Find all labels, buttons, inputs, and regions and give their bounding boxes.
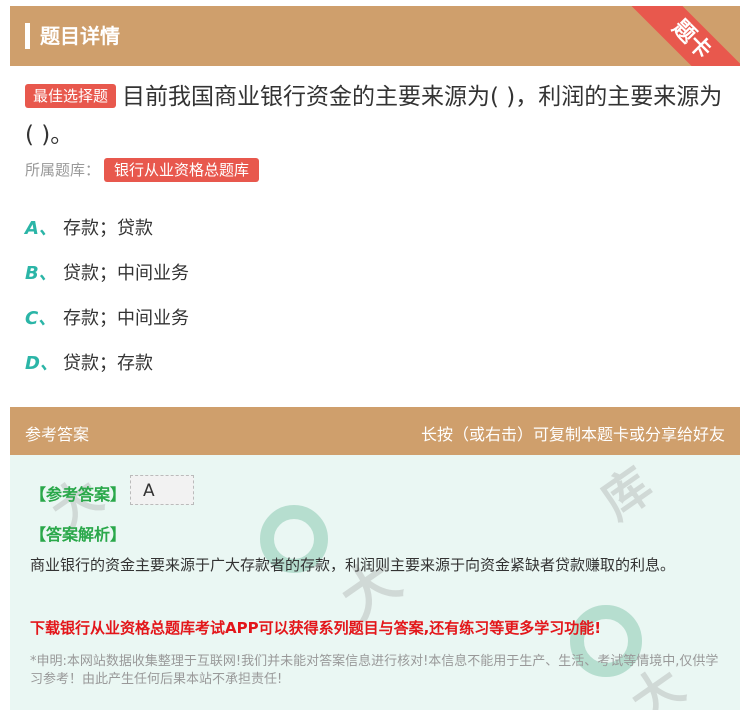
option-letter: A、 [25,218,57,239]
card-ribbon: 题卡 [630,6,740,66]
detail-header: 题目详情 题卡 [10,6,740,66]
option-b[interactable]: B、 贷款；中间业务 [25,259,189,285]
header-title: 题目详情 [40,24,120,48]
answer-title: 参考答案 [25,425,90,444]
question-type-tag[interactable]: 最佳选择题 [25,84,117,108]
bank-tag[interactable]: 银行从业资格总题库 [104,158,260,182]
option-letter: C、 [25,308,57,329]
analysis-text: 商业银行的资金主要来源于广大存款者的存款，利润则主要来源于向资金紧缺者贷款赚取的… [30,556,676,574]
question-text: 目前我国商业银行资金的主要来源为( )，利润的主要来源为( )。 [25,84,723,148]
option-c[interactable]: C、 存款；中间业务 [25,304,189,330]
option-text: 贷款；中间业务 [63,263,189,284]
option-letter: D、 [25,353,58,374]
bank-label: 所属题库： [25,161,101,179]
question-stem: 最佳选择题 目前我国商业银行资金的主要来源为( )，利润的主要来源为( )。 [25,78,725,154]
option-text: 存款；贷款 [63,218,153,239]
analysis-label: 【答案解析】 [30,525,127,544]
option-text: 存款；中间业务 [63,308,189,329]
answer-header: 参考答案 长按（或右击）可复制本题卡或分享给好友 [10,407,740,455]
question-bank-line: 所属题库： 银行从业资格总题库 [25,158,260,182]
reference-answer-label: 【参考答案】 [30,485,127,504]
disclaimer-text: *申明:本网站数据收集整理于互联网!我们并未能对答案信息进行核对!本信息不能用于… [30,654,719,687]
option-d[interactable]: D、 贷款；存款 [25,349,153,375]
reference-answer-value: A [130,475,194,505]
app-promo-text[interactable]: 下载银行从业资格总题库考试APP可以获得系列题目与答案,还有练习等更多学习功能! [30,617,601,638]
option-letter: B、 [25,263,57,284]
option-text: 贷款；存款 [63,353,153,374]
header-accent-bar [25,23,30,49]
answer-panel: 大 大 库 大 【参考答案】 A 【答案解析】 商业银行的资金主要来源于广大存款… [10,455,740,710]
watermark-mark: 库 [591,457,663,531]
share-hint: 长按（或右击）可复制本题卡或分享给好友 [420,425,725,444]
option-a[interactable]: A、 存款；贷款 [25,214,153,240]
ribbon-label: 题卡 [630,6,740,66]
